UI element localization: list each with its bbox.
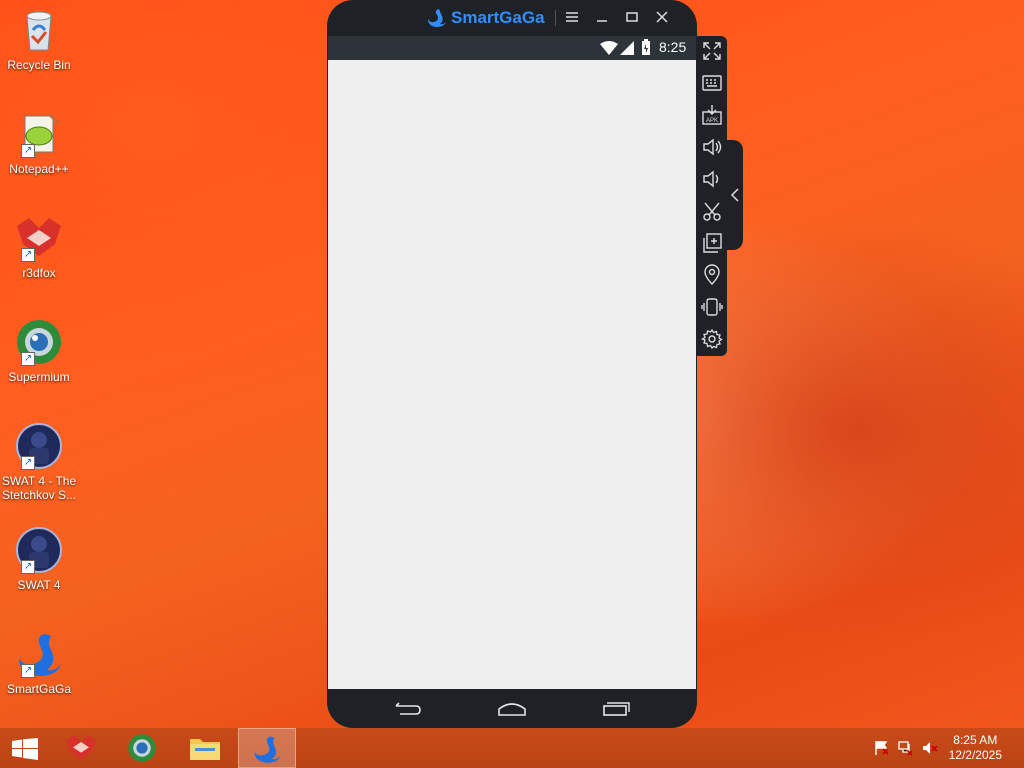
- fullscreen-button[interactable]: [700, 39, 724, 63]
- smartgaga-icon: ↗: [15, 630, 63, 678]
- location-icon: [704, 264, 720, 285]
- nav-home-button[interactable]: [497, 699, 527, 719]
- swat4-icon: ↗: [15, 422, 63, 470]
- svg-text:APK: APK: [706, 118, 718, 124]
- desktop-icon-label: SWAT 4: [17, 578, 61, 592]
- nav-recents-button[interactable]: [601, 699, 631, 719]
- settings-button[interactable]: [700, 327, 724, 351]
- recycle-bin-icon: [15, 6, 63, 54]
- r3dfox-icon: ↗: [15, 214, 63, 262]
- close-button[interactable]: [653, 10, 671, 26]
- volume-tray[interactable]: [922, 740, 938, 756]
- volume-down-icon: [703, 170, 719, 188]
- volume-up-icon: [703, 138, 722, 156]
- fullscreen-icon: [703, 42, 721, 60]
- desktop-icon-r3dfox[interactable]: ↗ r3dfox: [0, 214, 78, 280]
- desktop-icon-label: r3dfox: [22, 266, 56, 280]
- nav-back-button[interactable]: [393, 699, 423, 719]
- r3dfox-icon: [66, 735, 96, 760]
- desktop-icon-notepad-plus-plus[interactable]: ↗ Notepad++: [0, 110, 78, 176]
- desktop-icon-label: Supermium: [8, 370, 70, 384]
- desktop-icon-swat4[interactable]: ↗ SWAT 4: [0, 526, 78, 592]
- network-tray[interactable]: [898, 740, 914, 756]
- settings-icon: [701, 328, 723, 350]
- taskbar-clock[interactable]: 8:25 AM 12/2/2025: [949, 733, 1002, 763]
- location-button[interactable]: [700, 263, 724, 287]
- android-screen[interactable]: [328, 60, 696, 689]
- screenshot-scissors-icon: [703, 202, 721, 221]
- notepad-plus-plus-icon: ↗: [15, 110, 63, 158]
- desktop-icon-supermium[interactable]: ↗ Supermium: [0, 318, 78, 384]
- volume-up-button[interactable]: [700, 135, 724, 159]
- taskbar: 8:25 AM 12/2/2025: [0, 728, 1024, 768]
- volume-down-button[interactable]: [700, 167, 724, 191]
- maximize-icon: [626, 12, 638, 22]
- desktop-icon-recycle-bin[interactable]: Recycle Bin: [0, 6, 78, 72]
- windows-logo-icon: [12, 738, 38, 760]
- multi-instance-button[interactable]: [700, 231, 724, 255]
- toolbar-collapse-tab[interactable]: [727, 140, 743, 250]
- flag-icon: [875, 741, 889, 755]
- supermium-icon: ↗: [15, 318, 63, 366]
- android-status-bar: 8:25: [328, 36, 696, 60]
- desktop-icon-smartgaga[interactable]: ↗ SmartGaGa: [0, 630, 78, 696]
- home-icon: [498, 703, 526, 716]
- volume-muted-icon: [923, 742, 938, 754]
- apk-install-icon: APK: [702, 105, 722, 125]
- shake-icon: [701, 298, 723, 316]
- supermium-taskbar[interactable]: [114, 728, 172, 768]
- keyboard-icon: [702, 75, 722, 91]
- desktop-icon-swat4-stetchkov[interactable]: ↗ SWAT 4 - The Stetchkov S...: [0, 422, 78, 502]
- smartgaga-window: SmartGaGa 8:25: [327, 0, 697, 728]
- supermium-icon: [128, 734, 156, 762]
- minimize-button[interactable]: [593, 10, 611, 26]
- smartgaga-taskbar[interactable]: [238, 728, 296, 768]
- smartgaga-icon: [254, 736, 281, 763]
- cell-signal-icon: [620, 41, 634, 55]
- shake-button[interactable]: [700, 295, 724, 319]
- app-logo: SmartGaGa: [427, 8, 545, 28]
- hamburger-menu-icon: [566, 12, 578, 22]
- android-nav-bar: [327, 689, 697, 728]
- r3dfox-taskbar[interactable]: [52, 728, 110, 768]
- apk-install-button[interactable]: APK: [700, 103, 724, 127]
- screenshot-button[interactable]: [700, 199, 724, 223]
- maximize-button[interactable]: [623, 10, 641, 26]
- recents-icon: [603, 702, 630, 716]
- close-icon: [656, 11, 668, 23]
- file-explorer-taskbar[interactable]: [176, 728, 234, 768]
- desktop-icon-label: SWAT 4 - The Stetchkov S...: [1, 474, 77, 502]
- desktop-icon-label: Notepad++: [9, 162, 69, 176]
- multi-instance-icon: [703, 233, 722, 253]
- keyboard-button[interactable]: [700, 71, 724, 95]
- chevron-left-icon: [730, 188, 739, 202]
- back-icon: [395, 702, 421, 715]
- folder-icon: [190, 739, 220, 760]
- status-time: 8:25: [659, 39, 687, 55]
- desktop-icon-label: Recycle Bin: [7, 58, 71, 72]
- menu-button[interactable]: [563, 10, 581, 26]
- emulator-side-toolbar: APK: [697, 36, 727, 356]
- smartgaga-logo-icon: [428, 9, 446, 27]
- window-titlebar[interactable]: SmartGaGa: [327, 0, 697, 36]
- app-title: SmartGaGa: [451, 8, 545, 27]
- clock-date: 12/2/2025: [948, 748, 1002, 762]
- action-center-flag[interactable]: [874, 740, 890, 756]
- battery-icon: [642, 39, 650, 55]
- wifi-icon: [600, 41, 618, 55]
- minimize-icon: [597, 20, 607, 22]
- network-icon: [898, 741, 913, 756]
- clock-time: 8:25 AM: [953, 733, 998, 747]
- start-button[interactable]: [0, 728, 48, 768]
- desktop-icon-label: SmartGaGa: [6, 682, 72, 696]
- swat4-icon: ↗: [15, 526, 63, 574]
